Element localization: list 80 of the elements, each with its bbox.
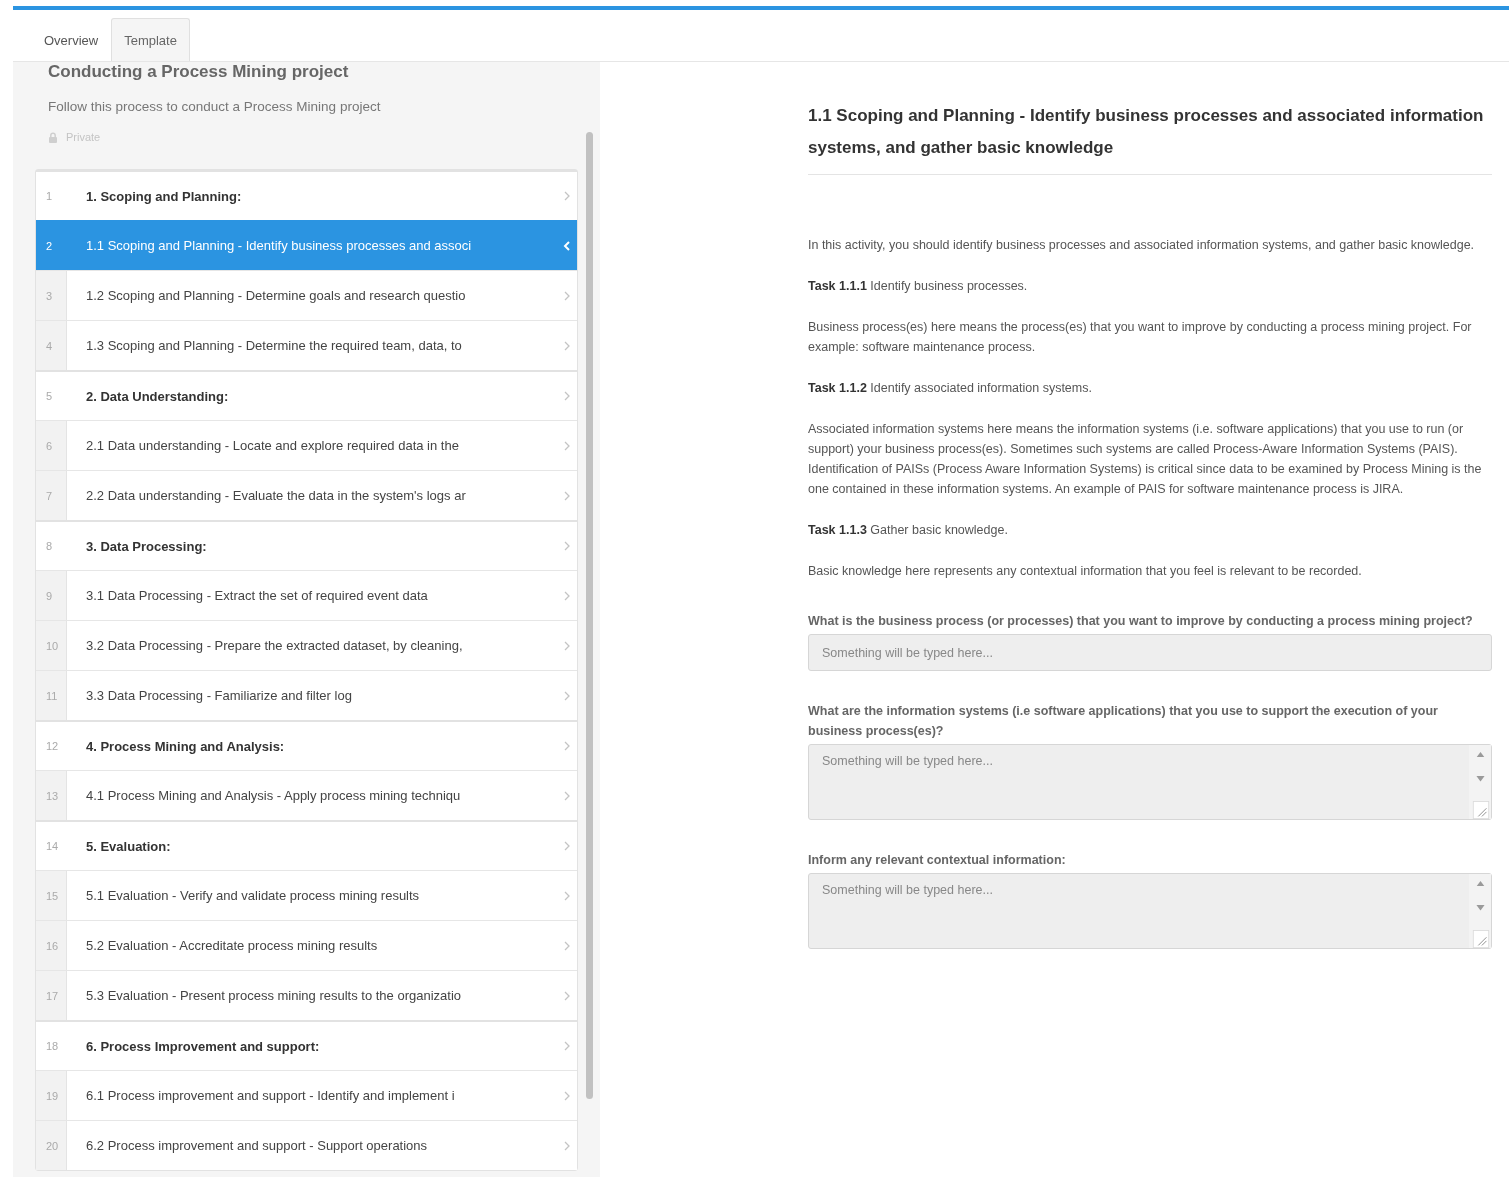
step-item[interactable]: 15 5.1 Evaluation - Verify and validate process mining results — [36, 870, 577, 920]
step-item[interactable]: 7 2.2 Data understanding - Evaluate the data in the system's logs ar — [36, 470, 577, 520]
input-field[interactable]: Something will be typed here... — [808, 634, 1492, 671]
scrollbar[interactable] — [1469, 874, 1491, 948]
question-label: What are the information systems (i.e software applications) that you use to support the execution of your business process(es)? — [808, 703, 1439, 740]
chevron-right-icon — [563, 541, 571, 551]
step-item[interactable]: 17 5.3 Evaluation - Present process mining results to the organizatio — [36, 970, 577, 1020]
paragraph: Associated information systems here means the information systems (i.e. software applications) that you use to run (or support) your business process(es). Sometimes such systems are called Process-Aware Information Systems (PAIS). Identification of PAISs (Process Aware Information Systems) is critical since data to be examined by Process Mining is the one contained in these information systems. An example of PAIS for software maintenance process is JIRA. — [808, 421, 1483, 498]
step-number: 10 — [36, 621, 67, 670]
step-item[interactable]: 19 6.1 Process improvement and support - Identify and implement i — [36, 1070, 577, 1120]
step-number: 6 — [36, 421, 67, 470]
chevron-right-icon — [563, 790, 571, 801]
chevron-right-icon — [563, 490, 571, 501]
step-number: 17 — [36, 971, 67, 1020]
chevron-right-icon — [563, 841, 571, 851]
chevron-right-icon — [563, 940, 571, 951]
step-item[interactable]: 20 6.2 Process improvement and support - Support operations — [36, 1120, 577, 1170]
step-number: 12 — [45, 739, 60, 754]
chevron-right-icon — [563, 640, 571, 651]
tab[interactable]: Overview — [31, 18, 112, 61]
scrollbar-thumb[interactable] — [585, 132, 593, 1099]
step-item[interactable]: 13 4.1 Process Mining and Analysis - Apply process mining techniqu — [36, 770, 577, 820]
step-number: 16 — [36, 921, 67, 970]
scroll-down-icon — [1475, 776, 1485, 782]
step-number: 5 — [45, 389, 54, 404]
step-item[interactable]: 3 1.2 Scoping and Planning - Determine goals and research questio — [36, 270, 577, 320]
step-number: 13 — [36, 771, 67, 820]
step-number: 3 — [36, 271, 67, 320]
step-item[interactable]: 6 2.1 Data understanding - Locate and explore required data in the — [36, 420, 577, 470]
chevron-right-icon — [563, 690, 571, 701]
paragraph: Task 1.1.2 Identify associated information systems. — [808, 380, 1093, 397]
resize-grip-icon — [1472, 929, 1490, 948]
step-item[interactable]: 4 1.3 Scoping and Planning - Determine the required team, data, to — [36, 320, 577, 370]
lock-icon — [48, 131, 58, 143]
scroll-up-icon — [1475, 752, 1485, 758]
step-number: 8 — [45, 539, 54, 554]
step-item[interactable]: 9 3.1 Data Processing - Extract the set of required event data — [36, 570, 577, 620]
chevron-right-icon — [563, 890, 571, 901]
chevron-left-icon — [563, 240, 571, 251]
question-label: What is the business process (or processes) that you want to improve by conducting a process mining project? — [808, 613, 1474, 630]
resize-grip-icon — [1472, 800, 1490, 819]
text-area[interactable]: Something will be typed here... — [808, 873, 1492, 949]
chevron-right-icon — [563, 440, 571, 451]
chevron-right-icon — [563, 1041, 571, 1051]
step-number: 9 — [36, 571, 67, 620]
step-number: 20 — [36, 1121, 67, 1170]
paragraph: Task 1.1.1 Identify business processes. — [808, 278, 1029, 295]
chevron-right-icon — [563, 290, 571, 301]
question-label: Inform any relevant contextual information: — [808, 852, 1067, 869]
step-number: 14 — [45, 839, 60, 854]
step-number: 11 — [36, 671, 67, 720]
paragraph: Basic knowledge here represents any contextual information that you feel is relevant to be recorded. — [808, 563, 1363, 580]
chevron-right-icon — [563, 191, 571, 201]
step-number: 19 — [36, 1071, 67, 1120]
step-number: 15 — [36, 871, 67, 920]
template-title: Conducting a Process Mining project — [48, 62, 350, 83]
step-item[interactable]: 16 5.2 Evaluation - Accreditate process mining results — [36, 920, 577, 970]
step-number: 18 — [45, 1039, 60, 1054]
step-item[interactable]: 11 3.3 Data Processing - Familiarize and filter log — [36, 670, 577, 720]
template-description: Follow this process to conduct a Process Mining project — [48, 99, 382, 114]
chevron-right-icon — [563, 391, 571, 401]
chevron-right-icon — [563, 1090, 571, 1101]
scrollbar[interactable] — [1469, 745, 1491, 819]
paragraph: In this activity, you should identify business processes and associated information systems, and gather basic knowledge. — [808, 237, 1476, 254]
chevron-right-icon — [563, 741, 571, 751]
text-area[interactable]: Something will be typed here... — [808, 744, 1492, 820]
step-number: 7 — [36, 471, 67, 520]
chevron-right-icon — [563, 340, 571, 351]
chevron-right-icon — [563, 590, 571, 601]
paragraph: Business process(es) here means the process(es) that you want to improve by conducting a process mining project. For example: software maintenance process. — [808, 319, 1473, 356]
activity-title: 1.1 Scoping and Planning - Identify business processes and associated information systems, and gather basic knowledge — [808, 100, 1492, 175]
scroll-up-icon — [1475, 881, 1485, 887]
step-item[interactable]: 10 3.2 Data Processing - Prepare the extracted dataset, by cleaning, — [36, 620, 577, 670]
chevron-right-icon — [563, 1140, 571, 1151]
scroll-down-icon — [1475, 905, 1485, 911]
tab[interactable]: Template — [111, 18, 190, 61]
paragraph: Task 1.1.3 Gather basic knowledge. — [808, 522, 1009, 539]
chevron-right-icon — [563, 990, 571, 1001]
step-number: 1 — [45, 189, 54, 204]
step-number: 4 — [36, 321, 67, 370]
